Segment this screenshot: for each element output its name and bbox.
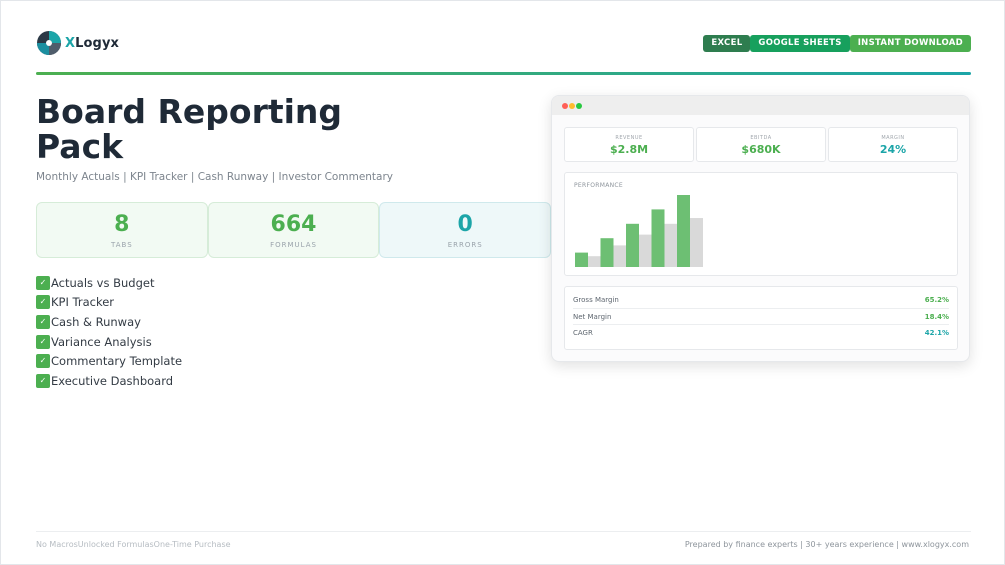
badge-excel: EXCEL <box>703 35 751 52</box>
performance-panel: PERFORMANCE <box>564 172 958 276</box>
stat-label: ERRORS <box>447 241 483 249</box>
brand-name: XLogyx <box>65 36 119 51</box>
checkmark-icon: ✓ <box>36 334 50 349</box>
metric-row: Net Margin 18.4% <box>573 309 949 325</box>
feature-label: Cash & Runway <box>51 314 141 329</box>
brand-name-accent: X <box>65 35 76 51</box>
chart-bar-series2-3 <box>639 234 652 267</box>
header: XLogyx EXCEL GOOGLE SHEETS INSTANT DOWNLOA… <box>36 29 971 59</box>
page-frame: XLogyx EXCEL GOOGLE SHEETS INSTANT DOWNLOA… <box>0 0 1005 565</box>
kpi-label: REVENUE <box>615 135 643 141</box>
metric-row: CAGR 42.1% <box>573 325 949 342</box>
metric-label: Net Margin <box>573 312 612 321</box>
feature-label: KPI Tracker <box>51 295 115 310</box>
checkmark-icon: ✓ <box>36 314 50 329</box>
minimize-dot-icon[interactable] <box>569 103 575 109</box>
stat-label: TABS <box>111 241 133 249</box>
badge-google-sheets: GOOGLE SHEETS <box>750 35 850 52</box>
checkmark-icon: ✓ <box>36 295 50 310</box>
feature-label: Actuals vs Budget <box>51 275 155 290</box>
kpi-cards: REVENUE $2.8M EBITDA $680K MARGIN 24% <box>564 127 958 162</box>
feature-item: ✓ Variance Analysis <box>36 332 182 352</box>
chart-bar-series2-4 <box>664 223 678 267</box>
feature-label: Commentary Template <box>51 354 183 369</box>
kpi-value: $680K <box>741 143 781 156</box>
page-title: Board Reporting Pack <box>36 92 343 166</box>
footer-credits: Prepared by finance experts | 30+ years … <box>684 540 969 549</box>
metrics-table: Gross Margin 65.2% Net Margin 18.4% CAGR 42.1… <box>564 286 958 350</box>
badge-instant-download: INSTANT DOWNLOAD <box>849 35 971 52</box>
kpi-card-revenue: REVENUE $2.8M <box>564 127 694 162</box>
stat-label: FORMULAS <box>270 241 317 249</box>
brand-name-rest: Logyx <box>75 35 120 51</box>
window-titlebar <box>552 96 969 115</box>
kpi-label: EBITDA <box>750 135 772 141</box>
checkmark-icon: ✓ <box>36 275 50 290</box>
chart-bar-series1-1 <box>575 252 588 267</box>
metric-row: Gross Margin 65.2% <box>573 292 949 309</box>
chart-bar-series2-2 <box>613 245 627 267</box>
stat-card-errors: 0 ERRORS <box>379 202 552 258</box>
feature-label: Variance Analysis <box>51 334 152 349</box>
stat-card-tabs: 8 TABS <box>36 202 208 258</box>
checkmark-icon: ✓ <box>36 373 50 388</box>
aperture-logo-icon <box>37 31 61 55</box>
brand-logo[interactable]: XLogyx <box>36 29 119 57</box>
stats-row: 8 TABS 664 FORMULAS 0 ERRORS <box>36 202 552 258</box>
footer-features: No MacrosUnlocked FormulasOne-Time Purch… <box>36 540 231 549</box>
stat-value: 664 <box>270 212 317 237</box>
kpi-value: $2.8M <box>609 143 649 156</box>
maximize-dot-icon[interactable] <box>576 103 582 109</box>
checkmark-icon: ✓ <box>36 354 50 369</box>
stat-value: 0 <box>457 212 473 237</box>
feature-list: ✓ Actuals vs Budget ✓ KPI Tracker ✓ Cash & Ru… <box>36 273 182 391</box>
chart-bar-series1-4 <box>651 209 665 267</box>
feature-item: ✓ Commentary Template <box>36 351 182 371</box>
page-subtitle: Monthly Actuals | KPI Tracker | Cash Run… <box>36 171 394 183</box>
header-divider <box>36 72 971 75</box>
stat-card-formulas: 664 FORMULAS <box>207 202 380 258</box>
feature-item: ✓ Cash & Runway <box>36 312 182 332</box>
kpi-label: MARGIN <box>881 135 905 141</box>
feature-item: ✓ Actuals vs Budget <box>36 273 182 293</box>
chart-bar-series1-5 <box>677 195 690 267</box>
metric-value: 18.4% <box>924 312 949 321</box>
kpi-value: 24% <box>879 143 907 156</box>
chart-bar-series1-3 <box>626 223 639 267</box>
chart-bar-series2-1 <box>588 256 601 267</box>
footer-divider <box>36 531 971 532</box>
kpi-card-margin: MARGIN 24% <box>828 127 958 162</box>
feature-item: ✓ Executive Dashboard <box>36 371 182 391</box>
chart-bar-series1-2 <box>600 238 614 267</box>
feature-item: ✓ KPI Tracker <box>36 293 182 313</box>
kpi-card-ebitda: EBITDA $680K <box>696 127 826 162</box>
performance-chart <box>575 195 703 267</box>
close-dot-icon[interactable] <box>562 103 568 109</box>
metric-value: 65.2% <box>924 296 949 304</box>
feature-label: Executive Dashboard <box>51 373 174 388</box>
metric-value: 42.1% <box>924 329 949 337</box>
dashboard-preview-window: REVENUE $2.8M EBITDA $680K MARGIN 24% PERFORM… <box>551 95 970 362</box>
platform-badges: EXCEL GOOGLE SHEETS INSTANT DOWNLOAD <box>703 35 971 52</box>
metric-label: Gross Margin <box>573 296 619 304</box>
chart-bar-series2-5 <box>690 218 703 267</box>
stat-value: 8 <box>114 212 130 237</box>
metric-label: CAGR <box>573 329 593 337</box>
